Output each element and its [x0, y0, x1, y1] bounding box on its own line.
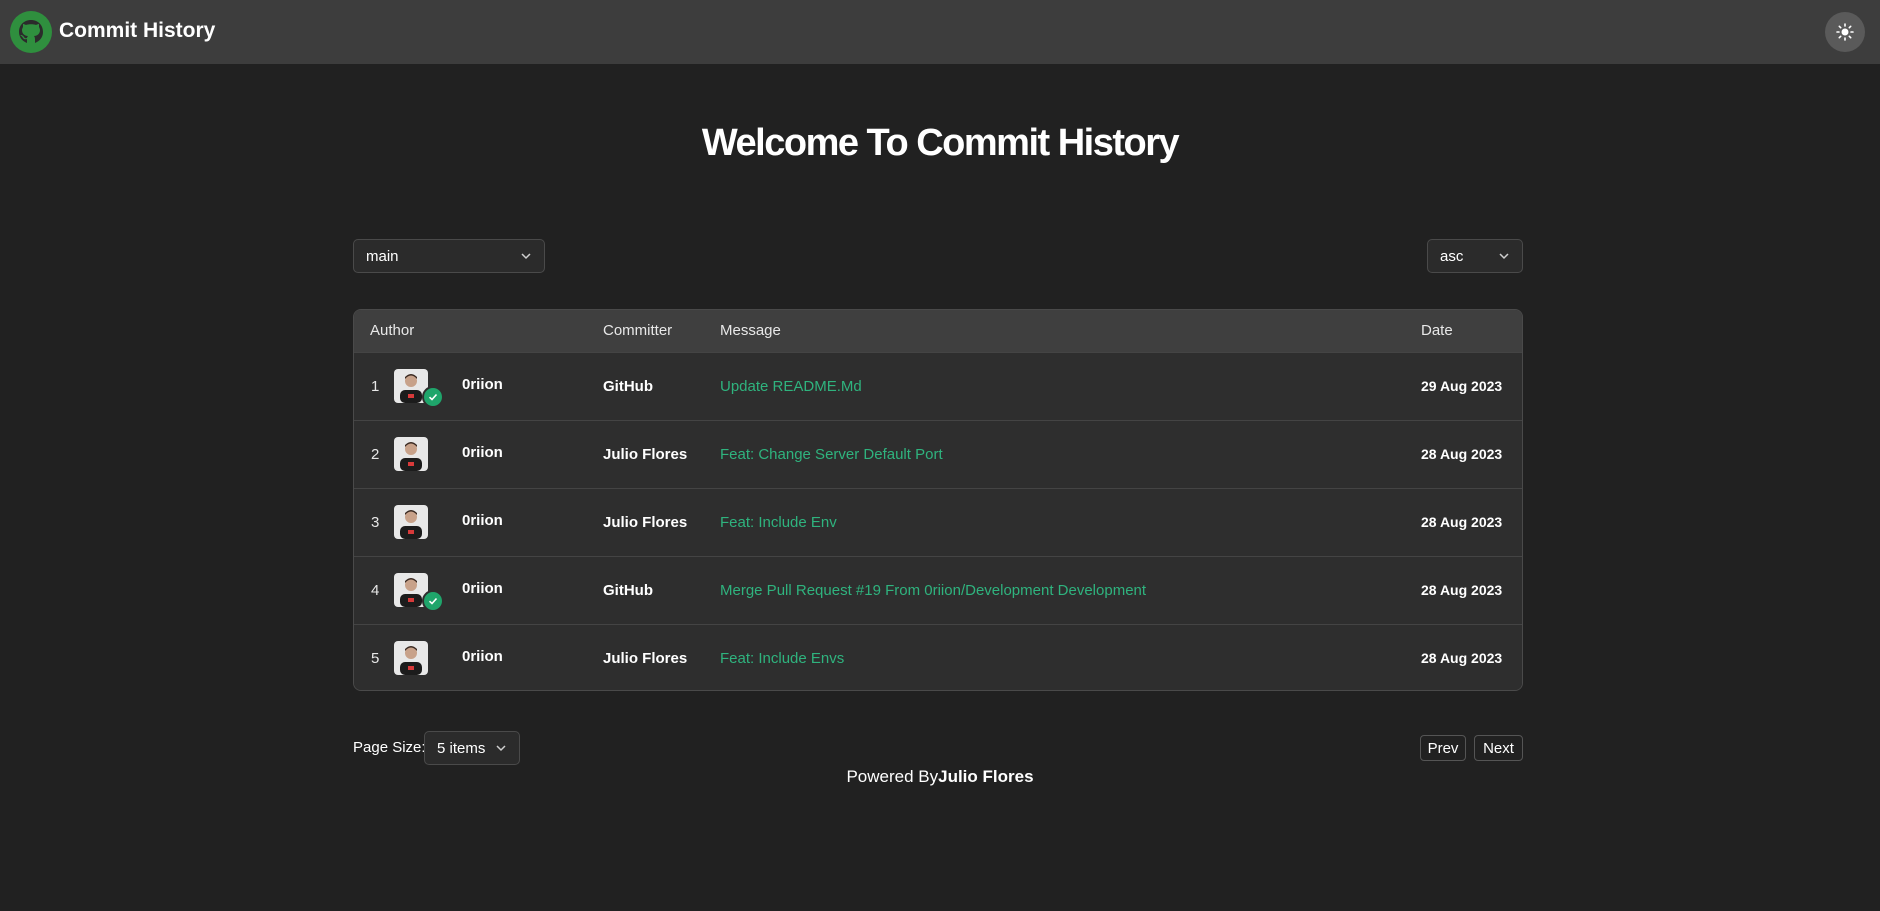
- sun-icon: [1836, 23, 1854, 41]
- commit-message-link[interactable]: Update README.Md: [720, 378, 862, 395]
- row-number: 5: [371, 650, 380, 667]
- page-size-value: 5 items: [437, 739, 486, 757]
- column-message: Message: [720, 322, 781, 339]
- prev-page-button[interactable]: Prev: [1420, 735, 1466, 761]
- sort-order-value: asc: [1440, 247, 1464, 265]
- column-author: Author: [370, 322, 415, 339]
- footer-credit: Powered ByJulio Flores: [0, 767, 1880, 787]
- table-row[interactable]: 5 0riion Julio Flores Feat: Include Envs…: [354, 624, 1522, 690]
- branch-select-value: main: [366, 247, 399, 265]
- commit-message-link[interactable]: Merge Pull Request #19 From 0riion/Devel…: [720, 582, 1146, 599]
- commit-date: 28 Aug 2023: [1421, 650, 1503, 666]
- chevron-down-icon: [496, 745, 506, 752]
- author-name: 0riion: [462, 580, 503, 597]
- footer-prefix: Powered By: [846, 767, 939, 786]
- welcome-heading: Welcome To Commit History: [701, 122, 1180, 164]
- committer-name: GitHub: [603, 582, 653, 599]
- check-icon: [422, 386, 444, 408]
- row-number: 3: [371, 514, 380, 531]
- author-name: 0riion: [462, 376, 503, 393]
- check-icon: [422, 590, 444, 612]
- commit-message-link[interactable]: Feat: Change Server Default Port: [720, 446, 943, 463]
- page-size-label: Page Size:: [353, 739, 426, 756]
- commit-date: 28 Aug 2023: [1421, 514, 1503, 530]
- author-name: 0riion: [462, 444, 503, 461]
- app-title: Commit History: [59, 19, 216, 42]
- committer-name: Julio Flores: [603, 446, 688, 463]
- commit-date: 28 Aug 2023: [1421, 446, 1503, 462]
- committer-name: Julio Flores: [603, 650, 688, 667]
- theme-toggle-button[interactable]: [1825, 12, 1865, 52]
- avatar: [394, 641, 428, 675]
- author-name: 0riion: [462, 512, 503, 529]
- footer-author: Julio Flores: [938, 767, 1034, 786]
- chevron-down-icon: [521, 253, 531, 260]
- github-icon[interactable]: [10, 11, 52, 53]
- table-row[interactable]: 2 0riion Julio Flores Feat: Change Serve…: [354, 420, 1522, 488]
- avatar: [394, 437, 428, 471]
- chevron-down-icon: [1499, 253, 1509, 260]
- author-name: 0riion: [462, 648, 503, 665]
- committer-name: Julio Flores: [603, 514, 688, 531]
- row-number: 4: [371, 582, 380, 599]
- branch-select[interactable]: main: [353, 239, 545, 273]
- row-number: 1: [371, 378, 380, 395]
- sort-order-select[interactable]: asc: [1427, 239, 1523, 273]
- column-committer: Committer: [603, 322, 673, 339]
- column-date: Date: [1421, 322, 1453, 339]
- row-number: 2: [371, 446, 380, 463]
- table-header: Author Committer Message Date: [354, 310, 1522, 352]
- commit-message-link[interactable]: Feat: Include Envs: [720, 650, 844, 667]
- avatar: [394, 505, 428, 539]
- commit-date: 29 Aug 2023: [1421, 378, 1503, 394]
- commit-message-link[interactable]: Feat: Include Env: [720, 514, 837, 531]
- page-size-select[interactable]: 5 items: [424, 731, 520, 765]
- commit-date: 28 Aug 2023: [1421, 582, 1503, 598]
- table-row[interactable]: 3 0riion Julio Flores Feat: Include Env …: [354, 488, 1522, 556]
- commit-table: Author Committer Message Date 1 0riion G…: [353, 309, 1523, 691]
- table-row[interactable]: 4 0riion GitHub Merge Pull Request #19 F…: [354, 556, 1522, 624]
- committer-name: GitHub: [603, 378, 653, 395]
- table-row[interactable]: 1 0riion GitHub Update README.Md 29 Aug …: [354, 352, 1522, 420]
- top-bar: Commit History: [0, 0, 1880, 64]
- next-page-button[interactable]: Next: [1474, 735, 1523, 761]
